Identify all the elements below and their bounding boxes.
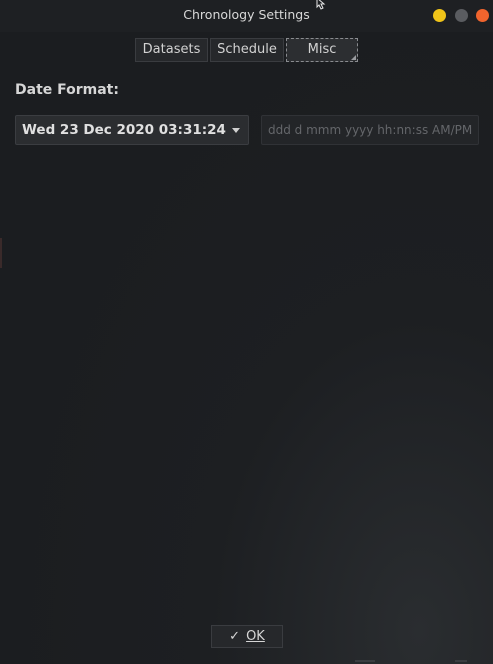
ok-button-label: OK [246, 629, 265, 644]
tab-misc-label: Misc [307, 42, 337, 57]
title-bar[interactable]: Chronology Settings [0, 0, 493, 32]
maximize-button[interactable] [455, 9, 468, 22]
custom-format-input[interactable] [261, 115, 479, 145]
settings-window: Chronology Settings Datasets Schedule Mi… [0, 0, 493, 664]
tab-datasets[interactable]: Datasets [135, 38, 208, 62]
minimize-button[interactable] [433, 9, 446, 22]
tab-schedule[interactable]: Schedule [210, 38, 284, 62]
pointer-icon [316, 0, 326, 10]
date-format-selected-value: Wed 23 Dec 2020 03:31:24 PM [22, 122, 228, 138]
date-format-label: Date Format: [15, 82, 119, 98]
tab-misc[interactable]: Misc [286, 38, 358, 62]
checkmark-icon: ✓ [229, 629, 241, 644]
tab-bar: Datasets Schedule Misc [135, 38, 360, 62]
window-edge-marker [455, 660, 467, 662]
resize-corner-icon [351, 55, 356, 60]
close-button[interactable] [476, 9, 489, 22]
chevron-down-icon [232, 128, 240, 133]
date-format-dropdown[interactable]: Wed 23 Dec 2020 03:31:24 PM [15, 115, 249, 145]
ok-button[interactable]: ✓ OK [211, 625, 283, 648]
window-edge-marker [0, 238, 2, 268]
window-edge-marker [355, 660, 375, 662]
window-title: Chronology Settings [183, 7, 310, 22]
